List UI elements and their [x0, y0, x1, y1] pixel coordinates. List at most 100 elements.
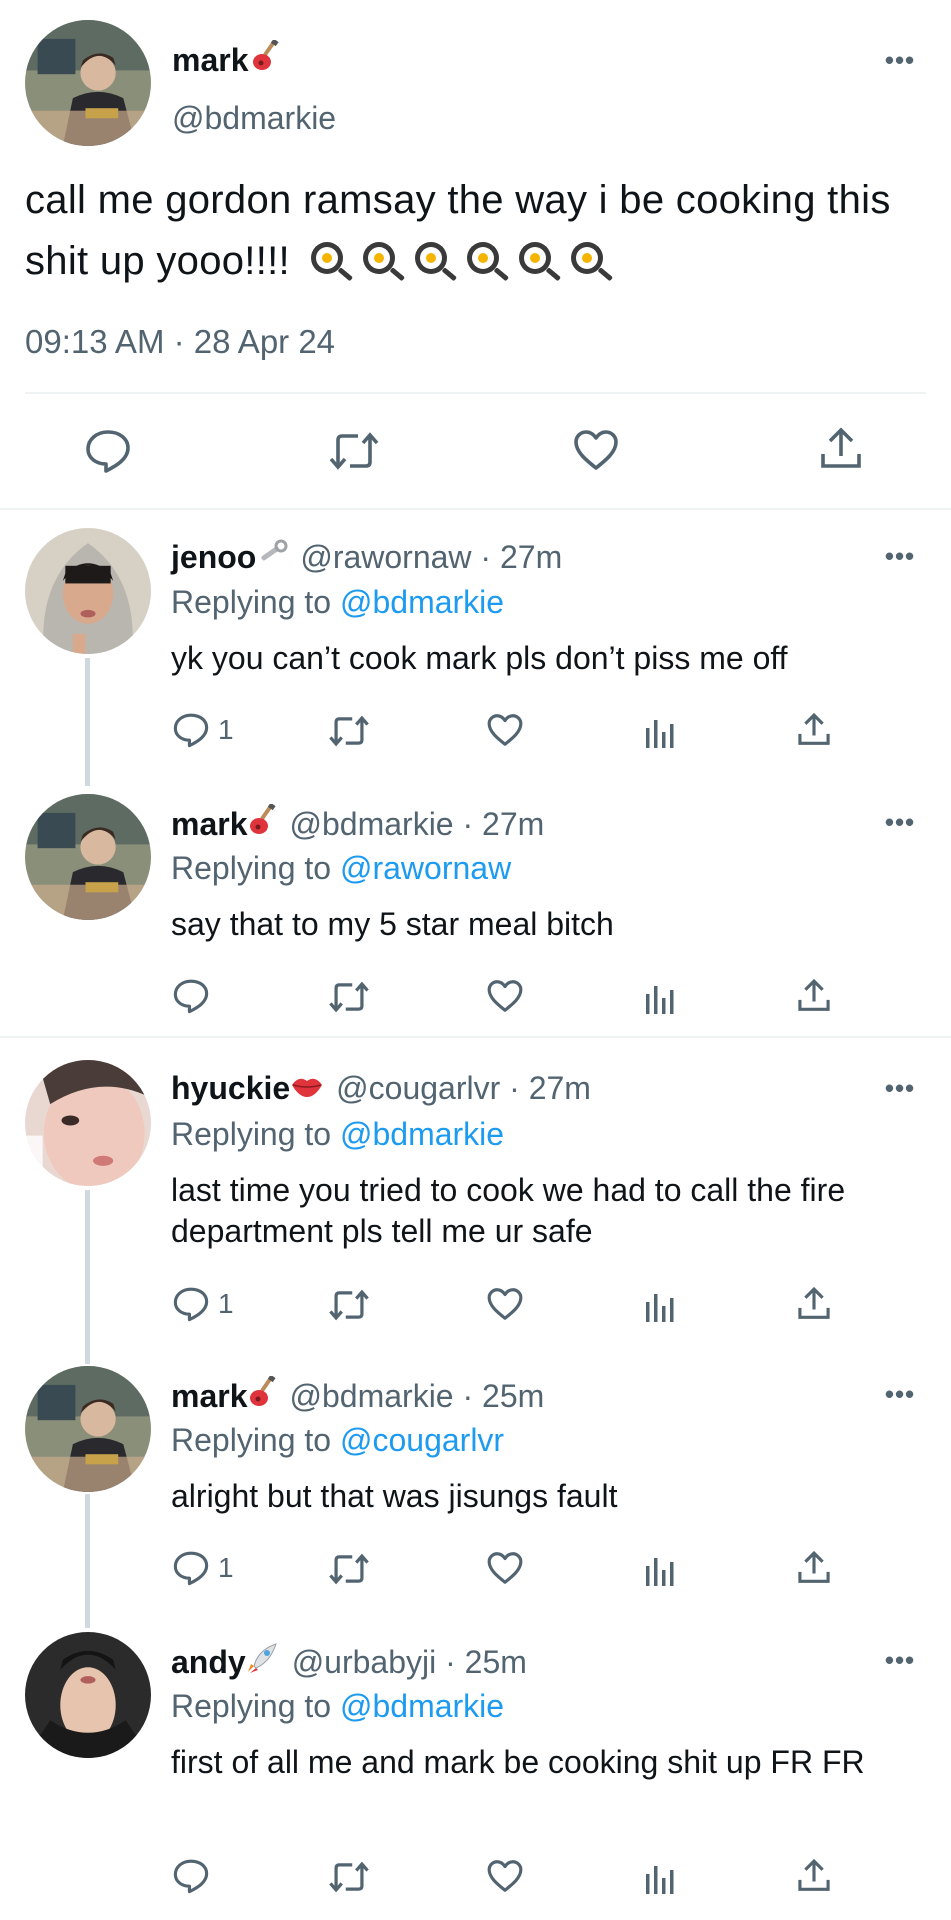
emoji-row: [307, 238, 617, 282]
reply-header: mark @bdmarkie · 27m: [171, 802, 545, 844]
guitar-icon: [251, 38, 281, 80]
reply-author-name[interactable]: hyuckie: [171, 1070, 290, 1107]
retweet-icon: [329, 715, 369, 747]
share-icon: [821, 427, 861, 468]
share-button[interactable]: [796, 978, 832, 1014]
analytics-icon: [646, 1294, 674, 1322]
like-button[interactable]: [486, 1858, 524, 1894]
like-button[interactable]: [486, 978, 524, 1014]
fried-egg-pan-icon: [467, 242, 509, 281]
divider: [25, 392, 926, 394]
avatar[interactable]: [25, 1060, 151, 1186]
more-options-icon[interactable]: •••: [880, 809, 920, 835]
tweet-timestamp[interactable]: 09:13 AM · 28 Apr 24: [25, 323, 335, 361]
replying-to-mention[interactable]: @rawornaw: [340, 850, 511, 886]
reply-button[interactable]: [84, 428, 132, 474]
reply-tweet[interactable]: andy @urbabyji · 25m ••• Replying to @bd…: [0, 1632, 951, 1912]
like-button[interactable]: [486, 712, 524, 748]
share-button[interactable]: [796, 712, 832, 748]
analytics-icon: [646, 720, 674, 748]
share-button[interactable]: [818, 426, 864, 472]
views-button[interactable]: [644, 980, 678, 1014]
reply-author-name[interactable]: andy: [171, 1644, 246, 1681]
reply-icon: [173, 1287, 209, 1322]
reply-button[interactable]: 1: [172, 712, 234, 748]
reply-handle-time[interactable]: @bdmarkie · 27m: [290, 806, 545, 843]
retweet-icon: [329, 432, 379, 470]
more-options-icon[interactable]: •••: [880, 543, 920, 569]
views-button[interactable]: [644, 1288, 678, 1322]
share-button[interactable]: [796, 1286, 832, 1322]
reply-button[interactable]: [172, 1858, 218, 1894]
retweet-button[interactable]: [328, 430, 380, 472]
replying-to-mention[interactable]: @cougarlvr: [340, 1422, 504, 1458]
share-icon: [798, 1550, 830, 1583]
more-options-icon[interactable]: •••: [880, 47, 920, 73]
more-options-icon[interactable]: •••: [880, 1075, 920, 1101]
retweet-button[interactable]: [328, 1860, 370, 1894]
replying-to-mention[interactable]: @bdmarkie: [340, 584, 504, 620]
avatar[interactable]: [25, 1366, 151, 1492]
fried-egg-pan-icon: [363, 242, 405, 281]
retweet-icon: [329, 1553, 369, 1585]
reply-author-name[interactable]: mark: [171, 806, 248, 843]
fried-egg-pan-icon: [571, 242, 613, 281]
kiss-lips-icon: [290, 1070, 324, 1107]
reply-author-name[interactable]: mark: [171, 1378, 248, 1415]
share-button[interactable]: [796, 1550, 832, 1586]
views-button[interactable]: [644, 714, 678, 748]
avatar[interactable]: [25, 20, 151, 146]
reply-button[interactable]: 1: [172, 1286, 234, 1322]
reply-header: andy @urbabyji · 25m: [171, 1642, 527, 1682]
retweet-icon: [329, 1289, 369, 1321]
share-icon: [798, 1286, 830, 1319]
main-tweet: mark @bdmarkie ••• call me gordon ramsay…: [0, 0, 951, 510]
reply-tweet[interactable]: mark @bdmarkie · 27m ••• Replying to @ra…: [0, 794, 951, 1024]
reply-handle-time[interactable]: @cougarlvr · 27m: [336, 1070, 591, 1107]
author-name[interactable]: mark: [172, 38, 281, 80]
guitar-icon: [248, 1374, 278, 1416]
retweet-icon: [329, 981, 369, 1013]
reply-button[interactable]: [172, 978, 218, 1014]
reply-tweet[interactable]: hyuckie @cougarlvr · 27m ••• Replying to…: [0, 1060, 951, 1350]
reply-handle-time[interactable]: @bdmarkie · 25m: [290, 1378, 545, 1415]
like-button[interactable]: [486, 1550, 524, 1586]
retweet-button[interactable]: [328, 714, 370, 748]
retweet-button[interactable]: [328, 1552, 370, 1586]
replying-to: Replying to @bdmarkie: [171, 1688, 504, 1725]
avatar[interactable]: [25, 528, 151, 654]
reply-handle-time[interactable]: @urbabyji · 25m: [292, 1644, 527, 1681]
avatar[interactable]: [25, 1632, 151, 1758]
reply-handle-time[interactable]: @rawornaw · 27m: [300, 539, 562, 576]
reply-button[interactable]: 1: [172, 1550, 234, 1586]
avatar[interactable]: [25, 794, 151, 920]
reply-author-name[interactable]: jenoo: [171, 539, 256, 576]
replying-to: Replying to @cougarlvr: [171, 1422, 504, 1459]
views-button[interactable]: [644, 1552, 678, 1586]
views-button[interactable]: [644, 1860, 678, 1894]
reply-icon: [173, 1551, 209, 1586]
replying-to-prefix: Replying to: [171, 1422, 332, 1458]
retweet-button[interactable]: [328, 1288, 370, 1322]
heart-icon: [487, 1288, 523, 1320]
author-handle[interactable]: @bdmarkie: [172, 100, 336, 137]
guitar-icon: [248, 802, 278, 844]
heart-icon: [574, 430, 618, 470]
reply-text: last time you tried to cook we had to ca…: [171, 1172, 846, 1249]
heart-icon: [487, 1860, 523, 1892]
reply-tweet[interactable]: mark @bdmarkie · 25m ••• Replying to @co…: [0, 1366, 951, 1616]
like-button[interactable]: [572, 428, 620, 472]
replying-to-mention[interactable]: @bdmarkie: [340, 1116, 504, 1152]
replying-to-mention[interactable]: @bdmarkie: [340, 1688, 504, 1724]
reply-tweet[interactable]: jenoo @rawornaw · 27m ••• Replying to @b…: [0, 528, 951, 778]
share-button[interactable]: [796, 1858, 832, 1894]
analytics-icon: [646, 1558, 674, 1586]
divider: [0, 1036, 951, 1038]
replying-to-prefix: Replying to: [171, 584, 332, 620]
retweet-button[interactable]: [328, 980, 370, 1014]
more-options-icon[interactable]: •••: [880, 1647, 920, 1673]
more-options-icon[interactable]: •••: [880, 1381, 920, 1407]
author-name-text[interactable]: mark: [172, 42, 249, 79]
replying-to-prefix: Replying to: [171, 850, 332, 886]
like-button[interactable]: [486, 1286, 524, 1322]
